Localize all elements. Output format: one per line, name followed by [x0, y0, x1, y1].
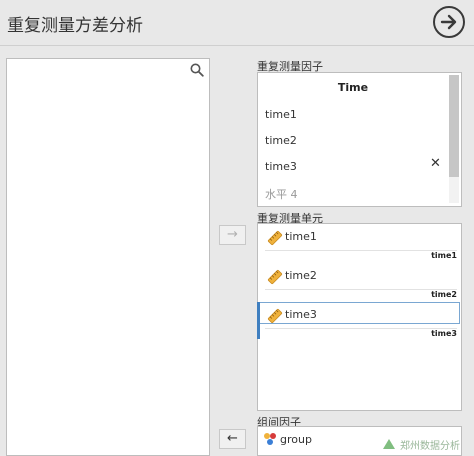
rm-cell[interactable]: time1 time1: [258, 224, 461, 261]
cell-separator: [265, 289, 457, 290]
rm-level-item[interactable]: time3: [265, 160, 297, 173]
cell-variable: time3: [285, 308, 317, 321]
ruler-icon: [267, 308, 283, 324]
cell-label: time3: [431, 329, 457, 338]
cell-label: time1: [431, 251, 457, 260]
page-title: 重复测量方差分析: [7, 16, 143, 36]
cell-variable: time2: [285, 269, 317, 282]
between-factor-item[interactable]: group: [280, 433, 312, 446]
rm-level-item[interactable]: time2: [265, 134, 297, 147]
nominal-variable-icon: [264, 433, 276, 445]
selection-indicator: [257, 302, 260, 339]
move-to-cells-button[interactable]: →: [219, 225, 246, 245]
move-to-variables-button[interactable]: ←: [219, 429, 246, 449]
cell-variable: time1: [285, 230, 317, 243]
rm-level-item[interactable]: time1: [265, 108, 297, 121]
header-divider: [0, 45, 474, 46]
ruler-icon: [267, 269, 283, 285]
rm-factors-box: Time time1 time2 time3 ✕ 水平 4: [257, 72, 462, 207]
rm-factors-scrollbar[interactable]: [449, 75, 459, 203]
scrollbar-thumb[interactable]: [449, 75, 459, 177]
rm-cell[interactable]: time2 time2: [258, 263, 461, 300]
cell-label: time2: [431, 290, 457, 299]
rm-cells-box: time1 time1 time2 time2 time3 time3: [257, 223, 462, 411]
search-icon[interactable]: [190, 63, 204, 77]
watermark-logo-icon: [383, 439, 395, 449]
ruler-icon: [267, 230, 283, 246]
next-button[interactable]: [433, 6, 465, 38]
cell-separator: [265, 250, 457, 251]
cell-separator: [265, 328, 457, 329]
rm-factor-name[interactable]: Time: [258, 81, 448, 94]
rm-cell-selected[interactable]: time3 time3: [257, 302, 461, 339]
rm-new-level-placeholder[interactable]: 水平 4: [265, 186, 298, 202]
remove-level-icon[interactable]: ✕: [430, 156, 441, 171]
variable-list[interactable]: [6, 58, 210, 456]
arrow-right-icon: [440, 14, 457, 30]
